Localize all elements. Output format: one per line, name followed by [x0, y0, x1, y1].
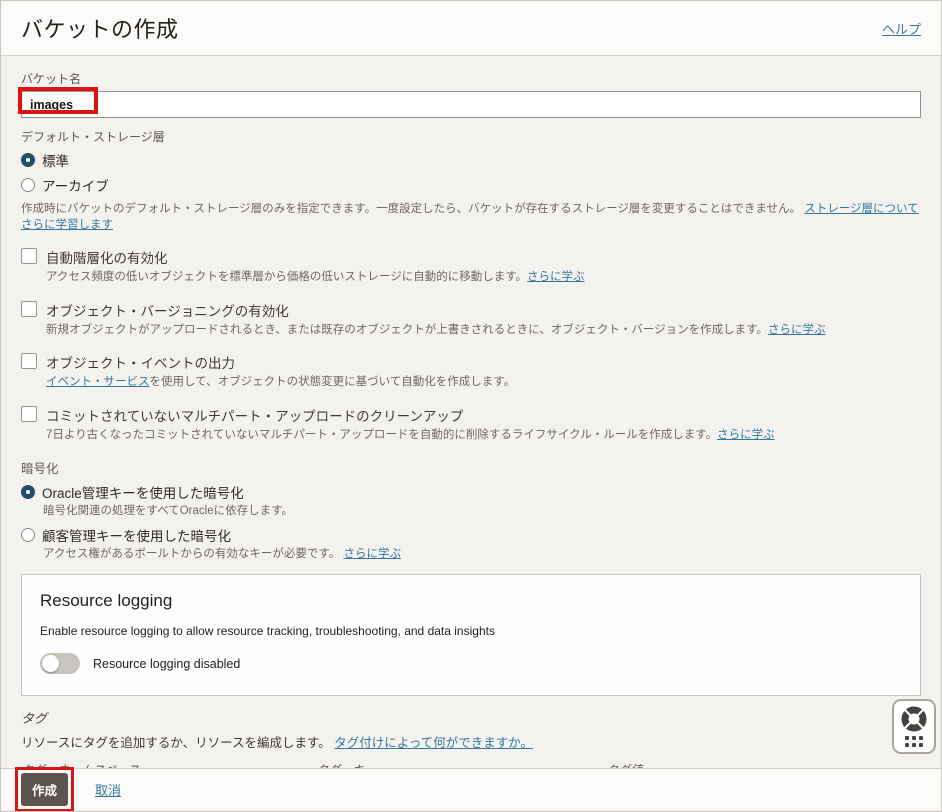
row-object-versioning: オブジェクト・バージョニングの有効化 新規オブジェクトがアップロードされるとき、… [21, 300, 921, 339]
encryption-option-customer: 顧客管理キーを使用した暗号化 アクセス権があるボールトからの有効なキーが必要です… [21, 525, 921, 563]
cancel-link[interactable]: 取消 [95, 780, 121, 799]
bucket-name-input[interactable] [21, 91, 921, 118]
multipart-cleanup-label: コミットされていないマルチパート・アップロードのクリーンアップ [46, 405, 775, 425]
grid-dots-icon [905, 736, 923, 747]
life-ring-icon [901, 706, 927, 732]
auto-tiering-description: アクセス頻度の低いオブジェクトを標準層から価格の低いストレージに自動的に移動しま… [46, 270, 585, 286]
storage-tier-label: デフォルト・ストレージ層 [21, 128, 921, 145]
radio-row-archive-tier[interactable]: アーカイブ [21, 175, 921, 195]
row-multipart-cleanup: コミットされていないマルチパート・アップロードのクリーンアップ 7日より古くなっ… [21, 405, 921, 444]
radio-standard-tier[interactable] [21, 153, 35, 167]
page-title: バケットの作成 [21, 12, 179, 44]
radio-customer-managed-keys[interactable] [21, 528, 35, 542]
bucket-name-label: バケット名 [21, 70, 921, 87]
link-learn-more-auto-tiering[interactable]: さらに学ぶ [527, 271, 585, 283]
checkbox-emit-object-events[interactable] [21, 353, 37, 369]
row-emit-object-events: オブジェクト・イベントの出力 イベント・サービスを使用して、オブジェクトの状態変… [21, 352, 921, 391]
resource-logging-toggle-label: Resource logging disabled [93, 657, 240, 671]
oracle-managed-keys-label: Oracle管理キーを使用した暗号化 [42, 482, 244, 502]
encryption-label: 暗号化 [21, 458, 921, 477]
link-learn-more-customer-keys[interactable]: さらに学ぶ [343, 548, 401, 560]
resource-logging-title: Resource logging [40, 591, 902, 611]
resource-logging-description: Enable resource logging to allow resourc… [40, 624, 902, 638]
link-events-service[interactable]: イベント・サービス [46, 376, 150, 388]
object-versioning-description: 新規オブジェクトがアップロードされるとき、または既存のオブジェクトが上書きされる… [46, 323, 825, 339]
radio-archive-tier[interactable] [21, 178, 35, 192]
auto-tiering-desc-text: アクセス頻度の低いオブジェクトを標準層から価格の低いストレージに自動的に移動しま… [46, 271, 527, 283]
dialog-footer: 作成 取消 [1, 768, 941, 810]
emit-events-desc-text: を使用して、オブジェクトの状態変更に基づいて自動化を作成します。 [150, 376, 516, 388]
storage-tier-description-text: 作成時にバケットのデフォルト・ストレージ層のみを指定できます。一度設定したら、バ… [21, 203, 801, 215]
link-learn-more-versioning[interactable]: さらに学ぶ [768, 324, 826, 336]
radio-row-standard-tier[interactable]: 標準 [21, 150, 921, 170]
create-bucket-dialog: バケットの作成 ヘルプ バケット名 デフォルト・ストレージ層 標準 アーカイブ … [0, 0, 942, 812]
help-link[interactable]: ヘルプ [882, 19, 921, 38]
checkbox-auto-tiering[interactable] [21, 248, 37, 264]
multipart-cleanup-description: 7日より古くなったコミットされていないマルチパート・アップロードを自動的に削除す… [46, 428, 775, 444]
resource-logging-panel: Resource logging Enable resource logging… [21, 574, 921, 696]
radio-oracle-managed-keys[interactable] [21, 485, 35, 499]
radio-archive-tier-label: アーカイブ [42, 175, 109, 195]
auto-tiering-label: 自動階層化の有効化 [46, 247, 585, 267]
multipart-cleanup-desc-text: 7日より古くなったコミットされていないマルチパート・アップロードを自動的に削除す… [46, 429, 717, 441]
link-tagging-info[interactable]: タグ付けによって何ができますか。 [334, 736, 533, 750]
checkbox-object-versioning[interactable] [21, 301, 37, 317]
emit-object-events-description: イベント・サービスを使用して、オブジェクトの状態変更に基づいて自動化を作成します… [46, 375, 515, 391]
tags-description-text: リソースにタグを追加するか、リソースを編成します。 [21, 736, 331, 750]
row-auto-tiering: 自動階層化の有効化 アクセス頻度の低いオブジェクトを標準層から価格の低いストレー… [21, 247, 921, 286]
create-button[interactable]: 作成 [21, 773, 68, 806]
radio-row-customer-managed-keys[interactable]: 顧客管理キーを使用した暗号化 [21, 525, 921, 545]
radio-standard-tier-label: 標準 [42, 150, 69, 170]
encryption-option-oracle: Oracle管理キーを使用した暗号化 暗号化関連の処理をすべてOracleに依存… [21, 482, 921, 520]
object-versioning-desc-text: 新規オブジェクトがアップロードされるとき、または既存のオブジェクトが上書きされる… [46, 324, 768, 336]
support-widget[interactable] [892, 699, 936, 754]
resource-logging-toggle[interactable] [40, 653, 80, 674]
storage-tier-description: 作成時にバケットのデフォルト・ストレージ層のみを指定できます。一度設定したら、バ… [21, 202, 921, 233]
customer-keys-desc-text: アクセス権があるボールトからの有効なキーが必要です。 [43, 548, 340, 560]
radio-row-oracle-managed-keys[interactable]: Oracle管理キーを使用した暗号化 [21, 482, 921, 502]
oracle-managed-keys-description: 暗号化関連の処理をすべてOracleに依存します。 [43, 504, 921, 520]
checkbox-multipart-cleanup[interactable] [21, 406, 37, 422]
toggle-knob [42, 655, 59, 672]
link-learn-more-multipart[interactable]: さらに学ぶ [717, 429, 775, 441]
object-versioning-label: オブジェクト・バージョニングの有効化 [46, 300, 825, 320]
dialog-body: バケット名 デフォルト・ストレージ層 標準 アーカイブ 作成時にバケットのデフォ… [1, 56, 941, 812]
dialog-header: バケットの作成 ヘルプ [1, 1, 941, 56]
customer-managed-keys-label: 顧客管理キーを使用した暗号化 [42, 525, 231, 545]
customer-managed-keys-description: アクセス権があるボールトからの有効なキーが必要です。 さらに学ぶ [43, 547, 921, 563]
tags-section-label: タグ [21, 708, 921, 727]
emit-object-events-label: オブジェクト・イベントの出力 [46, 352, 515, 372]
tags-description: リソースにタグを追加するか、リソースを編成します。 タグ付けによって何ができます… [21, 732, 921, 751]
